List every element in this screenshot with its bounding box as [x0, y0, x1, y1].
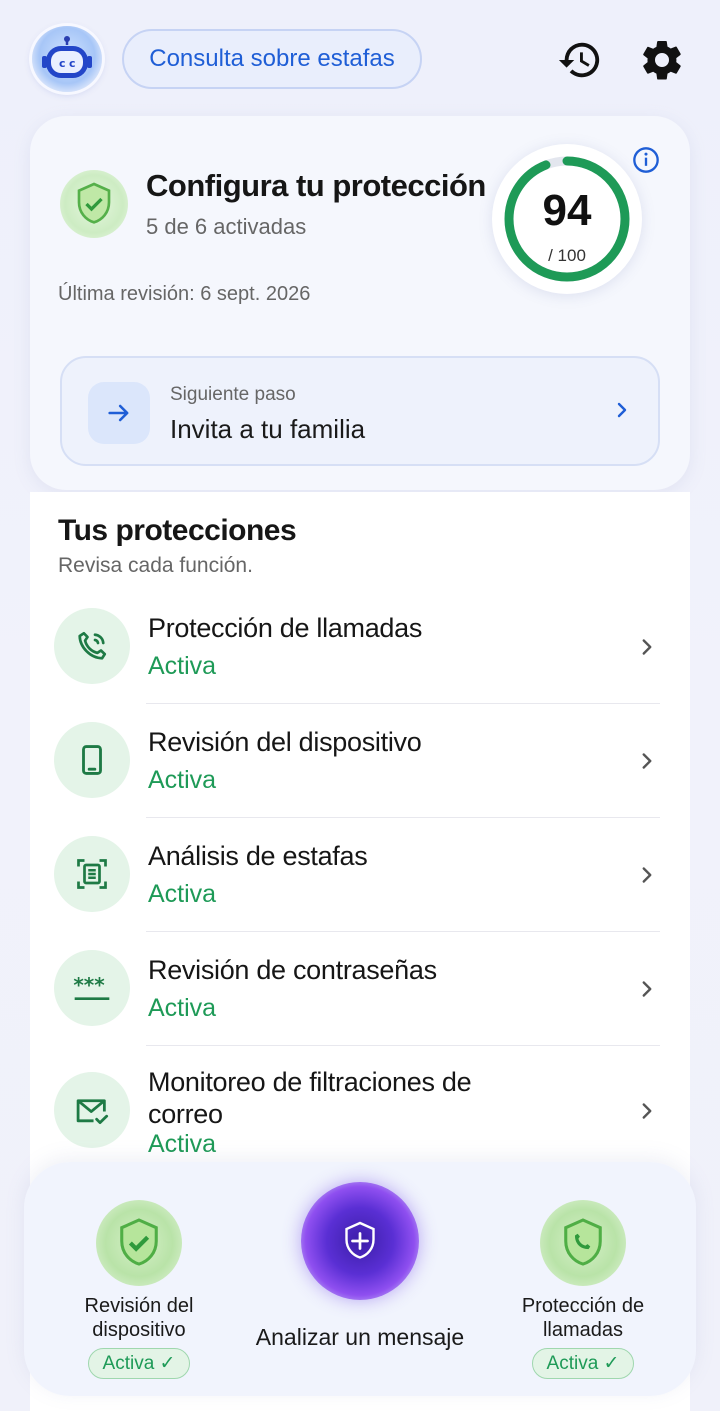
setup-progress-text: 5 de 6 activadas	[146, 214, 307, 239]
next-step-title: Invita a tu familia	[170, 414, 366, 444]
protection-name: Revisión del dispositivo	[148, 727, 422, 757]
protection-status: Activa	[148, 880, 217, 908]
last-review-date: Última revisión: 6 sept. 2026	[58, 283, 311, 305]
smartphone-icon	[54, 722, 130, 798]
dock-center-label: Analizar un mensaje	[255, 1324, 465, 1350]
protection-summary-card: Configura tu protección 5 de 6 activadas…	[30, 116, 690, 490]
phone-shield-icon	[54, 608, 130, 684]
protection-status: Activa	[148, 994, 217, 1022]
scam-query-label: Consulta sobre estafas	[149, 45, 395, 72]
next-step-label: Siguiente paso	[170, 384, 296, 405]
chevron-right-icon	[634, 976, 660, 1002]
document-scan-icon	[54, 836, 130, 912]
next-step-button[interactable]: Siguiente paso Invita a tu familia	[60, 356, 660, 466]
history-icon[interactable]	[556, 36, 604, 84]
status-badge: Activa ✓	[531, 1348, 635, 1379]
protection-row-passwords[interactable]: *** Revisión de contraseñas Activa	[54, 932, 660, 1046]
protection-name: Protección de llamadas	[148, 613, 423, 643]
dock-device-check-button[interactable]: Revisión del dispositivo Activa ✓	[64, 1200, 214, 1379]
scam-query-button[interactable]: Consulta sobre estafas	[122, 29, 422, 89]
protection-row-scam-analysis[interactable]: Análisis de estafas Activa	[54, 818, 660, 932]
top-bar: c c Consulta sobre estafas	[0, 0, 720, 118]
shield-plus-icon	[301, 1182, 419, 1300]
robot-assistant-icon[interactable]: c c	[32, 26, 102, 92]
section-subtitle: Revisa cada función.	[58, 554, 253, 577]
score-value: 94	[542, 186, 592, 235]
info-icon[interactable]	[632, 146, 660, 174]
protection-row-device[interactable]: Revisión del dispositivo Activa	[54, 704, 660, 818]
score-max: / 100	[548, 246, 586, 265]
bottom-quick-actions: Revisión del dispositivo Activa ✓ Analiz…	[24, 1162, 696, 1396]
protection-name: Análisis de estafas	[148, 841, 368, 871]
protection-status: Activa	[148, 1130, 217, 1158]
password-icon: ***	[54, 950, 130, 1026]
dock-label: Revisión del dispositivo	[64, 1294, 214, 1342]
chevron-right-icon	[634, 862, 660, 888]
gear-icon[interactable]	[638, 36, 686, 84]
setup-title: Configura tu protección	[146, 168, 486, 203]
analyze-message-button[interactable]: Analizar un mensaje	[240, 1182, 480, 1351]
chevron-right-icon	[634, 748, 660, 774]
protection-row-calls[interactable]: Protección de llamadas Activa	[54, 590, 660, 704]
phone-shield-icon	[540, 1200, 626, 1286]
chevron-right-icon	[634, 1098, 660, 1124]
chevron-right-icon	[634, 634, 660, 660]
protection-status: Activa	[148, 766, 217, 794]
section-title: Tus protecciones	[58, 514, 297, 547]
mail-check-icon	[54, 1072, 130, 1148]
svg-text:c: c	[59, 57, 66, 70]
svg-text:c: c	[69, 57, 76, 70]
dock-label: Protección de llamadas	[508, 1294, 658, 1342]
dock-label-line: Protección de	[521, 1295, 645, 1317]
shield-check-icon	[60, 170, 128, 238]
protection-status: Activa	[148, 652, 217, 680]
arrow-right-icon	[88, 382, 150, 444]
chevron-right-icon	[610, 398, 634, 422]
protection-name: Revisión de contraseñas	[148, 955, 437, 985]
protection-row-email-breach[interactable]: Monitoreo de filtraciones de correo Acti…	[54, 1046, 660, 1166]
dock-call-protection-button[interactable]: Protección de llamadas Activa ✓	[508, 1200, 658, 1379]
protection-score-gauge[interactable]: 94 / 100	[492, 144, 642, 294]
dock-label-line: dispositivo	[92, 1319, 186, 1341]
status-badge: Activa ✓	[87, 1348, 191, 1379]
dock-label-line: llamadas	[542, 1319, 624, 1341]
protection-name: Monitoreo de filtraciones de correo	[148, 1067, 472, 1129]
dock-label-line: Revisión del	[84, 1295, 194, 1317]
svg-text:***: ***	[73, 973, 105, 997]
shield-check-icon	[96, 1200, 182, 1286]
